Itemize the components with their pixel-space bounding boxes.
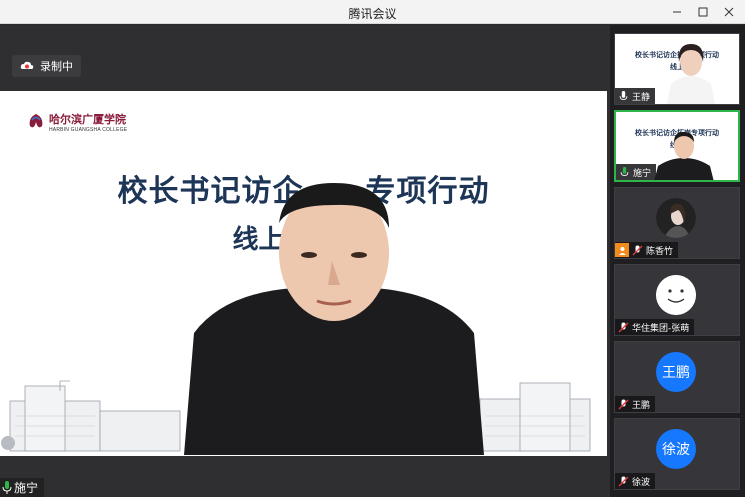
window-title: 腾讯会议 — [348, 7, 397, 21]
mic-off-icon — [618, 399, 629, 409]
mic-icon — [619, 90, 628, 100]
avatar — [656, 275, 696, 315]
participant-name: 徐波 — [632, 477, 651, 488]
participant-name: 王鹏 — [632, 400, 651, 411]
main-speaker-name: 施宁 — [14, 481, 39, 495]
maximize-icon — [698, 7, 708, 17]
participant-tile[interactable]: 徐波 徐波 — [614, 418, 740, 490]
participant-tile[interactable]: 华住集团-张萌 — [614, 264, 740, 336]
mic-off-icon — [618, 476, 629, 486]
college-logo: 哈尔滨广厦学院 HARBIN GUANGSHA COLLEGE — [26, 111, 127, 133]
participant-video — [667, 44, 715, 104]
mic-off-icon — [618, 322, 629, 332]
maximize-button[interactable] — [693, 3, 713, 21]
mic-icon — [2, 481, 12, 494]
main-speaker-tag: 施宁 — [0, 478, 45, 497]
recording-label: 录制中 — [40, 60, 73, 73]
participant-tile[interactable]: 陈香竹 — [614, 187, 740, 259]
participant-tile[interactable]: 校长书记访企拓岗专项行动 线上 王静 — [614, 33, 740, 105]
avatar: 王鹏 — [656, 352, 696, 392]
close-button[interactable] — [719, 3, 739, 21]
recording-badge[interactable]: 录制中 — [12, 55, 81, 77]
participant-video — [654, 132, 714, 180]
participant-name: 华住集团-张萌 — [632, 323, 690, 334]
participant-name: 陈香竹 — [646, 246, 674, 257]
mic-off-icon — [632, 245, 643, 255]
close-icon — [724, 7, 734, 17]
title-bar: 腾讯会议 — [0, 0, 745, 24]
participant-tile[interactable]: 王鹏 王鹏 — [614, 341, 740, 413]
college-logo-icon — [29, 114, 43, 128]
participant-name: 王静 — [632, 92, 651, 103]
participant-sidebar: 校长书记访企拓岗专项行动 线上 王静 校长书记访企拓岗专项行动 线上 施宁 — [610, 25, 745, 497]
user-badge-icon — [615, 243, 629, 257]
minimize-button[interactable] — [667, 3, 687, 21]
minimize-icon — [673, 11, 681, 13]
mic-icon — [620, 166, 629, 176]
speaker-video — [184, 183, 484, 455]
record-cloud-icon — [20, 61, 34, 69]
avatar — [656, 198, 696, 238]
window-controls — [667, 3, 739, 21]
logo-chinese: 哈尔滨广厦学院 — [49, 113, 126, 126]
avatar: 徐波 — [656, 429, 696, 469]
logo-english: HARBIN GUANGSHA COLLEGE — [49, 127, 128, 133]
main-stage: 录制中 哈尔滨广厦学院 HARBIN GUANGSHA COLLEGE 校长书记… — [0, 25, 610, 497]
participant-name: 施宁 — [633, 168, 652, 179]
participant-tile-active[interactable]: 校长书记访企拓岗专项行动 线上 施宁 — [614, 110, 740, 182]
